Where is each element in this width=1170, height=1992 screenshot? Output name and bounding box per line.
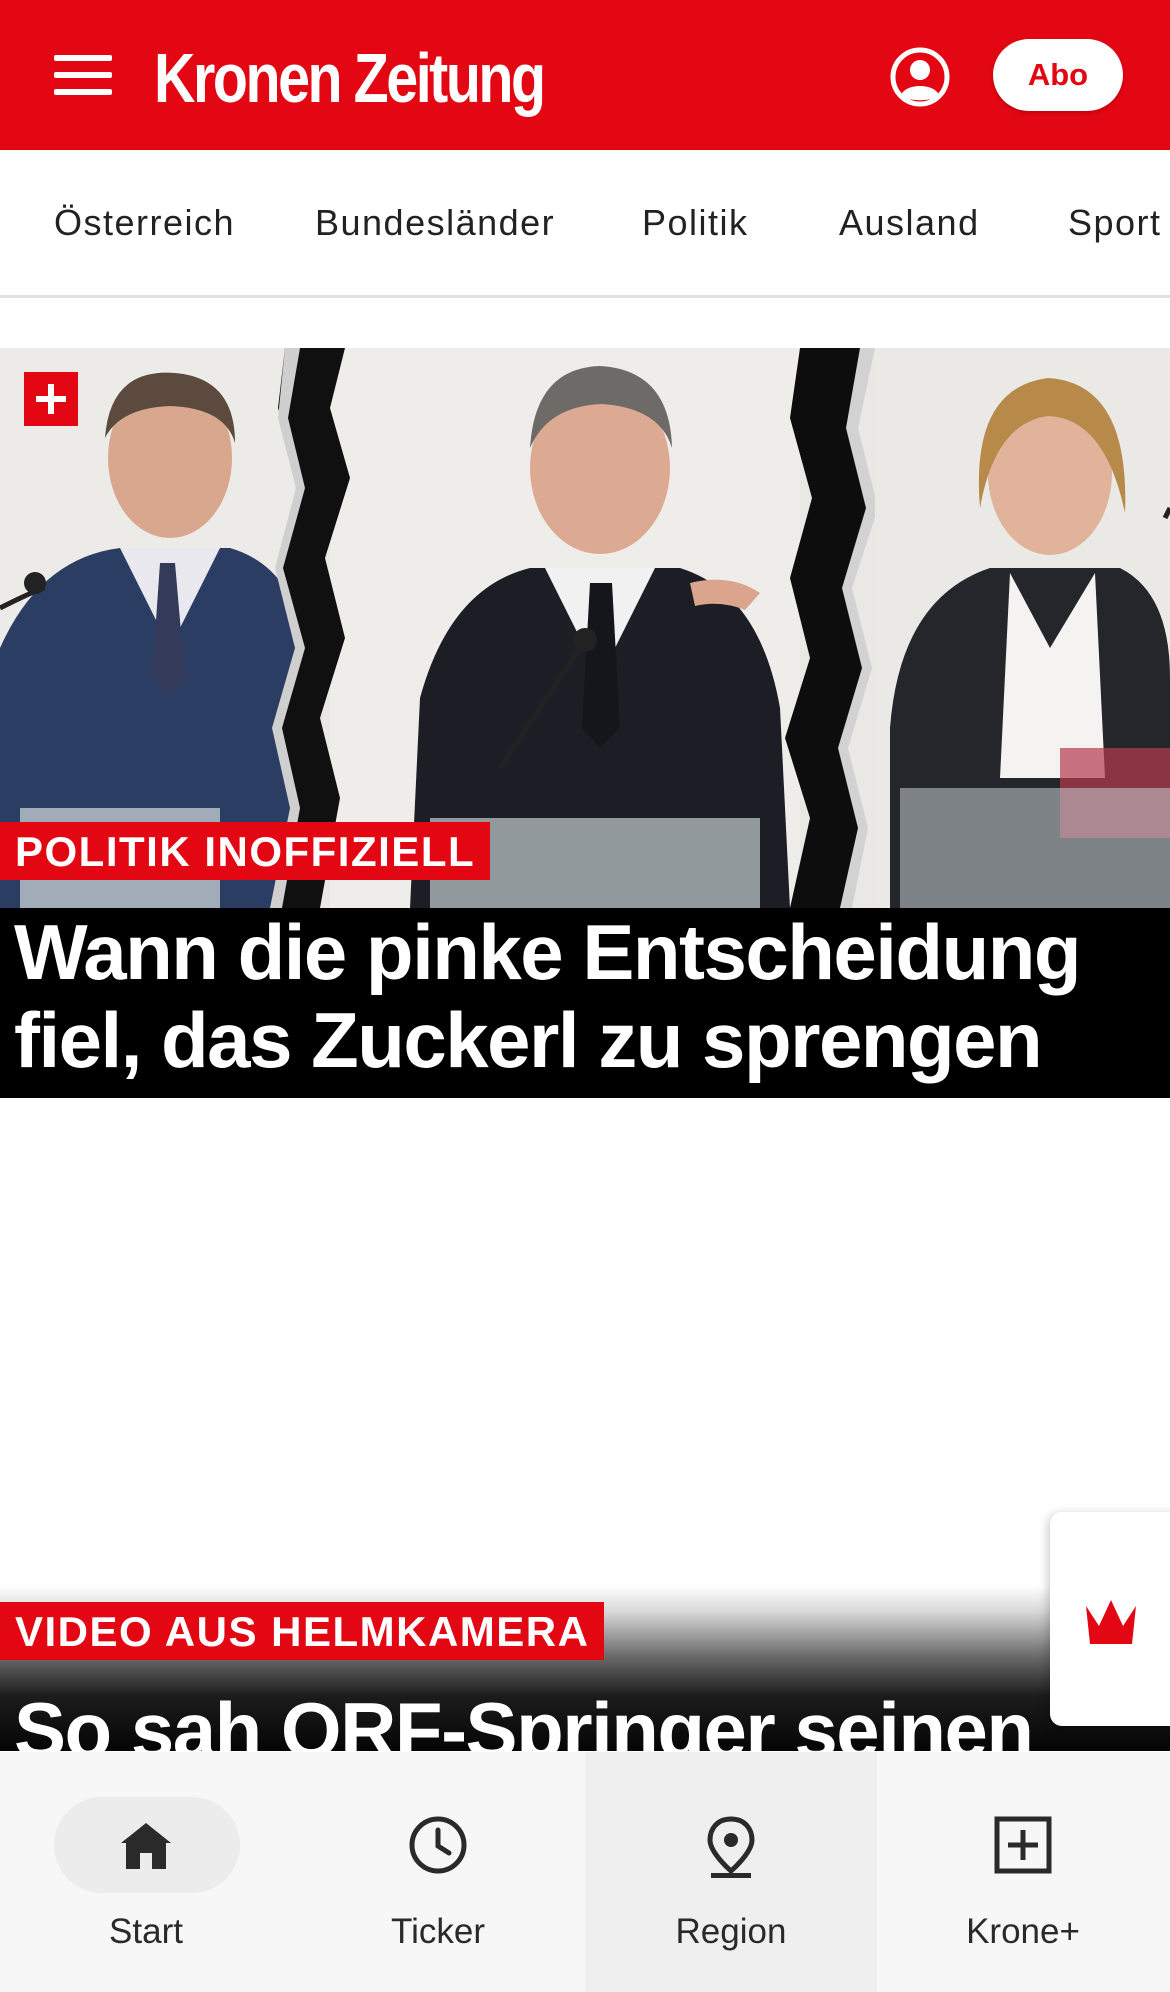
category-tab-ausland[interactable]: Ausland — [839, 150, 980, 295]
nav-ticker[interactable]: Ticker — [292, 1752, 584, 1992]
hero-kicker: POLITIK INOFFIZIELL — [0, 822, 491, 880]
home-icon — [121, 1823, 171, 1869]
nav-krone-plus-label: Krone+ — [966, 1912, 1080, 1951]
category-tab-politik[interactable]: Politik — [642, 150, 749, 295]
bottom-navigation: Start Ticker Region Krone+ — [0, 1752, 1170, 1992]
nav-region[interactable]: Region — [585, 1752, 877, 1992]
category-nav: Österreich Bundesländer Politik Ausland … — [0, 150, 1170, 298]
hero-headline-line-1: Wann die pinke Entscheidung — [14, 908, 1082, 996]
location-pin-icon — [707, 1816, 755, 1878]
top-app-bar: Kronen Zeitung Abo — [0, 0, 1170, 150]
nav-ticker-label: Ticker — [391, 1912, 485, 1951]
hero-headline-line-2: fiel, das Zuckerl zu sprengen — [14, 996, 1043, 1084]
user-circle-icon[interactable] — [889, 46, 951, 108]
nav-start-label: Start — [109, 1912, 183, 1951]
krone-crown-tab[interactable] — [1050, 1512, 1170, 1726]
nav-region-label: Region — [675, 1912, 787, 1951]
premium-plus-icon — [24, 372, 78, 426]
crown-icon — [1086, 1600, 1136, 1644]
article-card-helmkamera[interactable]: VIDEO AUS HELMKAMERA So sah ORF-Springer… — [0, 1586, 1170, 1751]
hero-headline[interactable]: Wann die pinke Entscheidung fiel, das Zu… — [14, 908, 1082, 1084]
category-tab-sport[interactable]: Sport — [1068, 150, 1162, 295]
kronen-zeitung-logo[interactable]: Kronen Zeitung — [154, 36, 546, 120]
abo-button[interactable]: Abo — [993, 39, 1123, 111]
hero-article-card[interactable]: POLITIK INOFFIZIELL Wann die pinke Entsc… — [0, 348, 1170, 1098]
hamburger-menu-icon[interactable] — [54, 55, 112, 95]
category-tab-oesterreich[interactable]: Österreich — [54, 150, 235, 295]
plus-square-icon — [994, 1816, 1052, 1874]
article2-headline[interactable]: So sah ORF-Springer seinen — [14, 1686, 1034, 1751]
article2-kicker: VIDEO AUS HELMKAMERA — [0, 1602, 605, 1660]
nav-start[interactable]: Start — [0, 1752, 292, 1992]
category-tab-bundeslaender[interactable]: Bundesländer — [315, 150, 555, 295]
nav-krone-plus[interactable]: Krone+ — [877, 1752, 1169, 1992]
clock-icon — [409, 1816, 467, 1874]
